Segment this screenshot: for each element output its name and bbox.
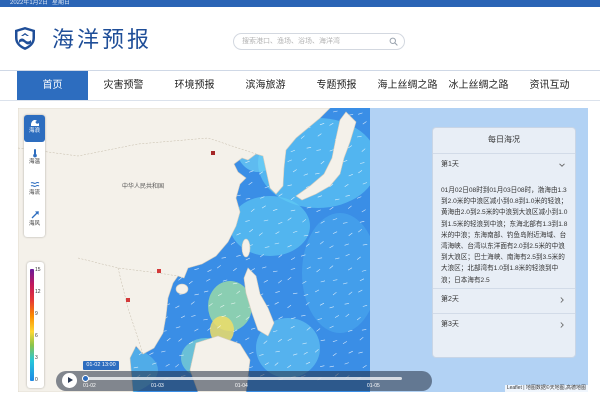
chevron-down-icon	[559, 163, 565, 167]
hainan-island	[175, 283, 189, 295]
day-1-forecast-text: 01月02日08时到01月03日08时，渤海由1.3到2.0米的中浪区减小到0.…	[441, 187, 568, 284]
city-marker[interactable]	[157, 269, 161, 273]
main-nav: 首页 灾害预警 环境预报 滨海旅游 专题预报 海上丝绸之路 冰上丝绸之路 资讯互…	[0, 70, 600, 101]
search-icon[interactable]	[389, 37, 398, 46]
heat-patch	[302, 213, 378, 333]
day-1-label: 第1天	[441, 161, 459, 168]
timeline-handle[interactable]	[82, 375, 89, 382]
weekday-text: 星期日	[52, 0, 71, 6]
layer-wave-label: 海浪	[28, 128, 40, 134]
chevron-right-icon	[560, 297, 564, 303]
daily-sea-state-panel: 每日海况 第1天 01月02日08时到01月03日08时，渤海由1.3到2.0米…	[432, 127, 576, 358]
legend-value: 6	[35, 333, 38, 339]
city-marker[interactable]	[211, 151, 215, 155]
play-button[interactable]	[62, 373, 77, 388]
city-marker[interactable]	[126, 298, 130, 302]
taiwan-island	[241, 238, 251, 258]
nav-item-special-forecast[interactable]: 专题预报	[301, 71, 372, 100]
day-3-row[interactable]: 第3天	[433, 313, 575, 335]
shield-wave-icon[interactable]	[14, 26, 36, 51]
timeline-track[interactable]	[82, 377, 402, 380]
nav-item-polar-silk-road[interactable]: 冰上丝绸之路	[443, 71, 514, 100]
layer-current-label: 海流	[28, 190, 40, 196]
play-icon	[68, 377, 73, 383]
search-input[interactable]	[234, 34, 392, 49]
panel-title: 每日海况	[488, 135, 520, 144]
site-title[interactable]: 海洋预报	[52, 28, 152, 54]
thermometer-icon	[32, 149, 37, 158]
day-3-label: 第3天	[441, 321, 459, 328]
day-2-label: 第2天	[441, 296, 459, 303]
map-attribution[interactable]: Leaflet | 地图数据©天地图,高德地图	[504, 385, 588, 392]
nav-item-disaster-warning[interactable]: 灾害预警	[88, 71, 159, 100]
timeline-tick[interactable]: 01-05	[367, 383, 380, 390]
timeline-tick[interactable]: 01-03	[151, 383, 164, 390]
layer-current[interactable]: 海流	[24, 177, 45, 204]
legend-value: 0	[35, 377, 38, 383]
legend-color-bar	[30, 269, 34, 381]
nav-item-coastal-tourism[interactable]: 滨海旅游	[230, 71, 301, 100]
layer-switcher: 海浪 海温 海流 海风	[24, 115, 45, 237]
legend-value: 3	[35, 355, 38, 361]
top-bar: 2022年1月2日 星期日	[0, 0, 600, 7]
wave-height-legend: 15 12 9 6 3 0	[27, 262, 44, 388]
layer-wind-label: 海风	[28, 221, 40, 227]
map-label-china: 中华人民共和国	[122, 182, 164, 190]
legend-value: 15	[35, 267, 41, 273]
nav-item-news-interaction[interactable]: 资讯互动	[514, 71, 585, 100]
day-1-row[interactable]: 第1天	[433, 153, 575, 175]
legend-value: 12	[35, 289, 41, 295]
wave-icon	[30, 120, 39, 126]
wind-arrow-icon	[31, 211, 39, 219]
day-2-row[interactable]: 第2天	[433, 288, 575, 310]
chevron-right-icon	[560, 322, 564, 328]
legend-value: 9	[35, 311, 38, 317]
date-text: 2022年1月2日	[10, 0, 49, 6]
nav-item-maritime-silk-road[interactable]: 海上丝绸之路	[372, 71, 443, 100]
layer-wind[interactable]: 海风	[24, 207, 45, 234]
search-box[interactable]	[233, 33, 405, 50]
timeline-tick[interactable]: 01-04	[235, 383, 248, 390]
current-icon	[30, 181, 39, 187]
timeline-current-time: 01-02 13:00	[83, 361, 119, 370]
layer-temperature-label: 海温	[28, 159, 40, 165]
layer-temperature[interactable]: 海温	[24, 145, 45, 172]
top-date: 2022年1月2日 星期日	[10, 0, 74, 7]
nav-item-environment-forecast[interactable]: 环境预报	[159, 71, 230, 100]
timeline-tick[interactable]: 01-02	[83, 383, 96, 390]
layer-wave[interactable]: 海浪	[24, 115, 45, 142]
nav-item-home[interactable]: 首页	[17, 71, 88, 100]
